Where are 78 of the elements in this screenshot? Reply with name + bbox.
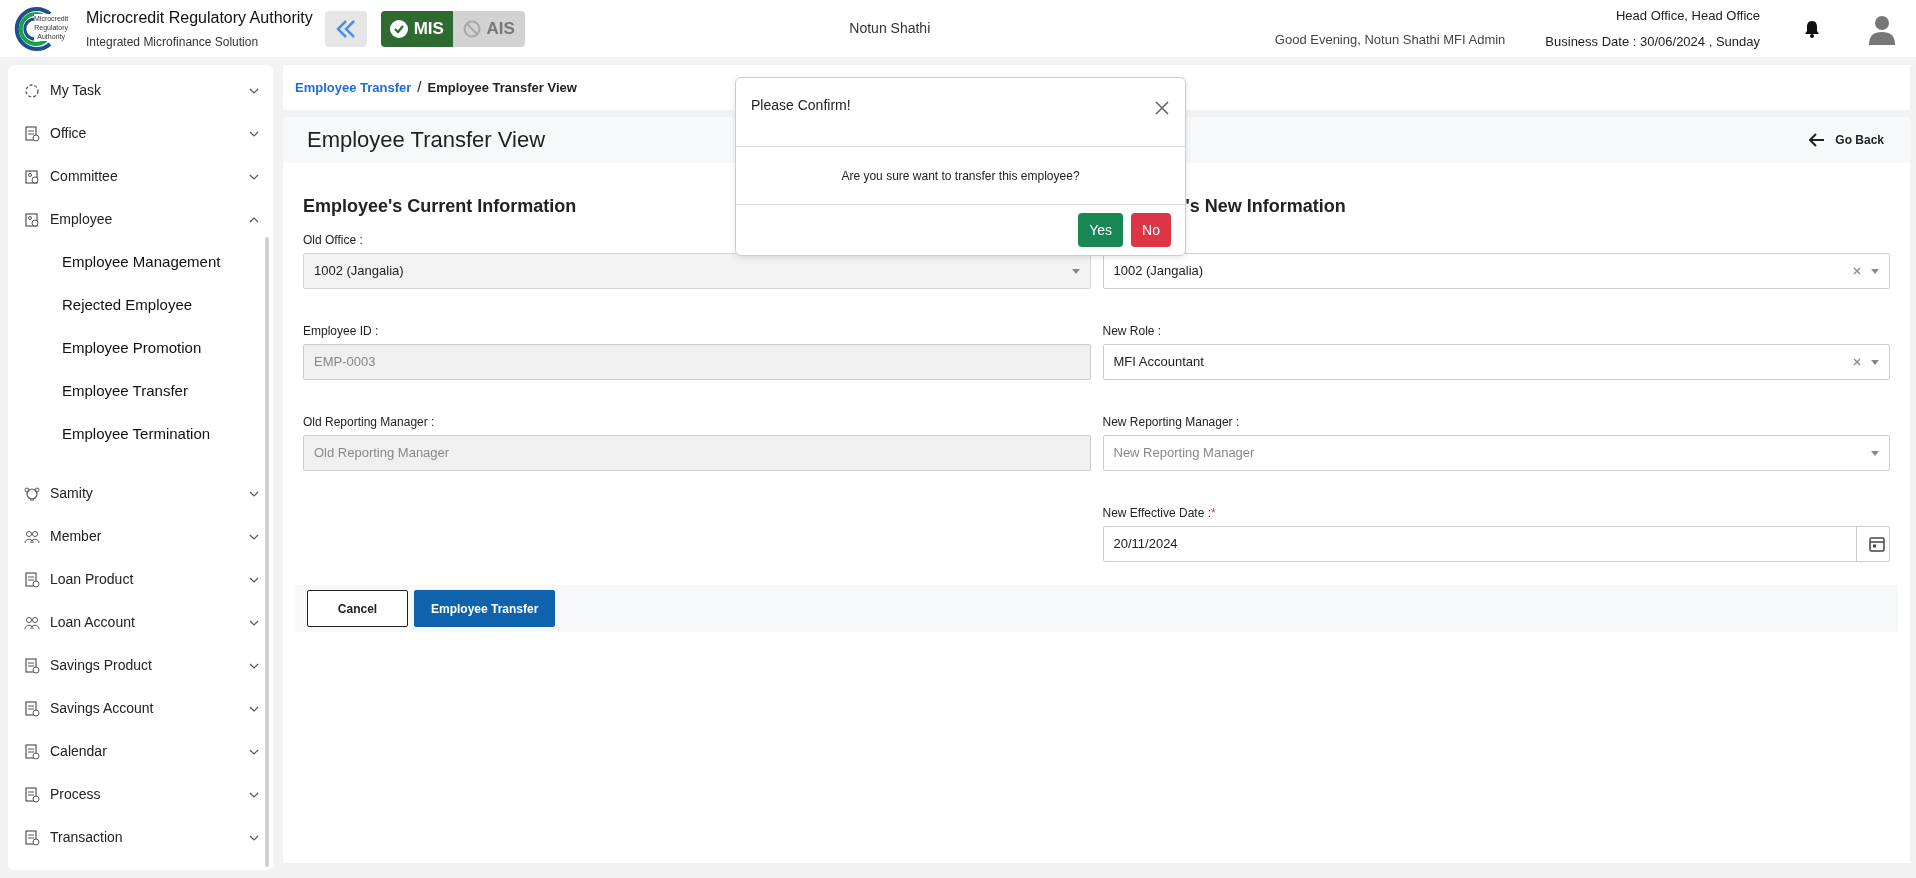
field-label: New Reporting Manager : — [1102, 415, 1240, 429]
org-subtitle: Integrated Microfinance Solution — [86, 34, 260, 51]
transfer-button[interactable]: Employee Transfer — [414, 590, 556, 627]
input-field: EMP-0003 — [303, 344, 1091, 380]
sidebar-item[interactable]: Savings Account — [8, 687, 273, 730]
app-title: Notun Shathi — [849, 19, 931, 38]
breadcrumb-separator: / — [417, 77, 422, 98]
greeting-text: Good Evening, Notun Shathi MFI Admin — [1274, 30, 1506, 49]
required-mark: * — [1211, 506, 1216, 520]
people-icon — [24, 528, 40, 545]
document-icon — [24, 786, 40, 803]
sidebar-item[interactable]: Employee — [8, 198, 273, 241]
sidebar-item[interactable]: Calendar — [8, 730, 273, 773]
dialog-message: Are you sure want to transfer this employee? — [841, 167, 1080, 185]
clear-icon[interactable] — [1853, 267, 1861, 275]
page-title: Employee Transfer View — [307, 126, 546, 154]
document-icon — [24, 829, 40, 846]
breadcrumb-link[interactable]: Employee Transfer — [295, 77, 412, 98]
cancel-button[interactable]: Cancel — [307, 590, 408, 627]
sidebar-subitem[interactable]: Employee Promotion — [8, 327, 273, 370]
section-heading: Employee's Current Information — [303, 196, 577, 216]
document-icon — [24, 125, 40, 142]
field-label: Employee ID : — [303, 324, 379, 338]
circle-dashed-icon — [24, 82, 40, 99]
sidebar-subitem[interactable]: Employee Management — [8, 241, 273, 284]
sidebar-item[interactable]: Loan Product — [8, 558, 273, 601]
document-icon — [24, 657, 40, 674]
sidebar-item[interactable]: Member — [8, 515, 273, 558]
sidebar-item[interactable]: Samity — [8, 472, 273, 515]
check-circle-icon — [389, 19, 408, 38]
dropdown-caret-icon — [1871, 359, 1879, 365]
module-tab[interactable]: MIS — [380, 10, 453, 47]
dropdown-caret-icon — [1871, 268, 1879, 274]
input-field: Old Reporting Manager — [303, 435, 1091, 471]
document-icon — [24, 700, 40, 717]
sidebar-subitem[interactable]: Rejected Employee — [8, 284, 273, 327]
group-icon — [24, 485, 40, 502]
date-field[interactable]: 20/11/2024 — [1102, 526, 1890, 562]
blocked-circle-icon — [462, 19, 481, 38]
sidebar-item[interactable]: Office — [8, 112, 273, 155]
select-field[interactable]: MFI Accountant — [1102, 344, 1890, 380]
document-icon — [24, 571, 40, 588]
office-name: Head Office, Head Office — [1614, 7, 1760, 25]
sidebar-item[interactable]: Transaction — [8, 816, 273, 859]
breadcrumb-current: Employee Transfer View — [427, 78, 577, 97]
select-field[interactable]: 1002 (Jangalia) — [1102, 253, 1890, 289]
field-label: Old Office : — [303, 233, 363, 247]
dropdown-caret-icon — [1071, 268, 1080, 274]
scrollbar[interactable] — [265, 237, 269, 867]
clear-icon[interactable] — [1853, 358, 1861, 366]
document-icon — [24, 743, 40, 760]
dialog-title: Please Confirm! — [751, 96, 851, 115]
sidebar-item[interactable]: My Task — [8, 69, 273, 112]
section-heading: 's New Information — [1185, 196, 1346, 216]
collapse-sidebar-button[interactable] — [324, 10, 367, 47]
sidebar-item[interactable]: Loan Account — [8, 601, 273, 644]
field-label: Old Reporting Manager : — [303, 415, 435, 429]
close-icon[interactable] — [1155, 101, 1169, 115]
calendar-icon[interactable] — [1869, 536, 1885, 552]
sidebar-subitem[interactable]: Employee Termination — [8, 413, 273, 456]
clipboard-icon — [24, 168, 40, 185]
sidebar-subitem[interactable]: Employee Transfer — [8, 370, 273, 413]
sidebar-item[interactable]: Process — [8, 773, 273, 816]
dropdown-caret-icon — [1871, 450, 1879, 456]
business-date: Business Date : 30/06/2024 , Sunday — [1545, 32, 1760, 51]
field-label: New Role : — [1102, 324, 1162, 338]
notification-bell-icon[interactable] — [1804, 19, 1820, 38]
org-name: Microcredit Regulatory Authority — [86, 8, 313, 28]
people-icon — [24, 614, 40, 631]
clipboard-icon — [24, 211, 40, 228]
sidebar-item[interactable]: Savings Product — [8, 644, 273, 687]
back-button[interactable]: Go Back — [1803, 130, 1890, 150]
field-label: New Effective Date : — [1102, 506, 1211, 520]
reject-button[interactable]: No — [1131, 213, 1171, 247]
sidebar-item[interactable]: Committee — [8, 155, 273, 198]
confirm-button[interactable]: Yes — [1078, 213, 1124, 247]
arrow-left-icon — [1809, 133, 1826, 147]
select-field[interactable]: New Reporting Manager — [1102, 435, 1890, 471]
